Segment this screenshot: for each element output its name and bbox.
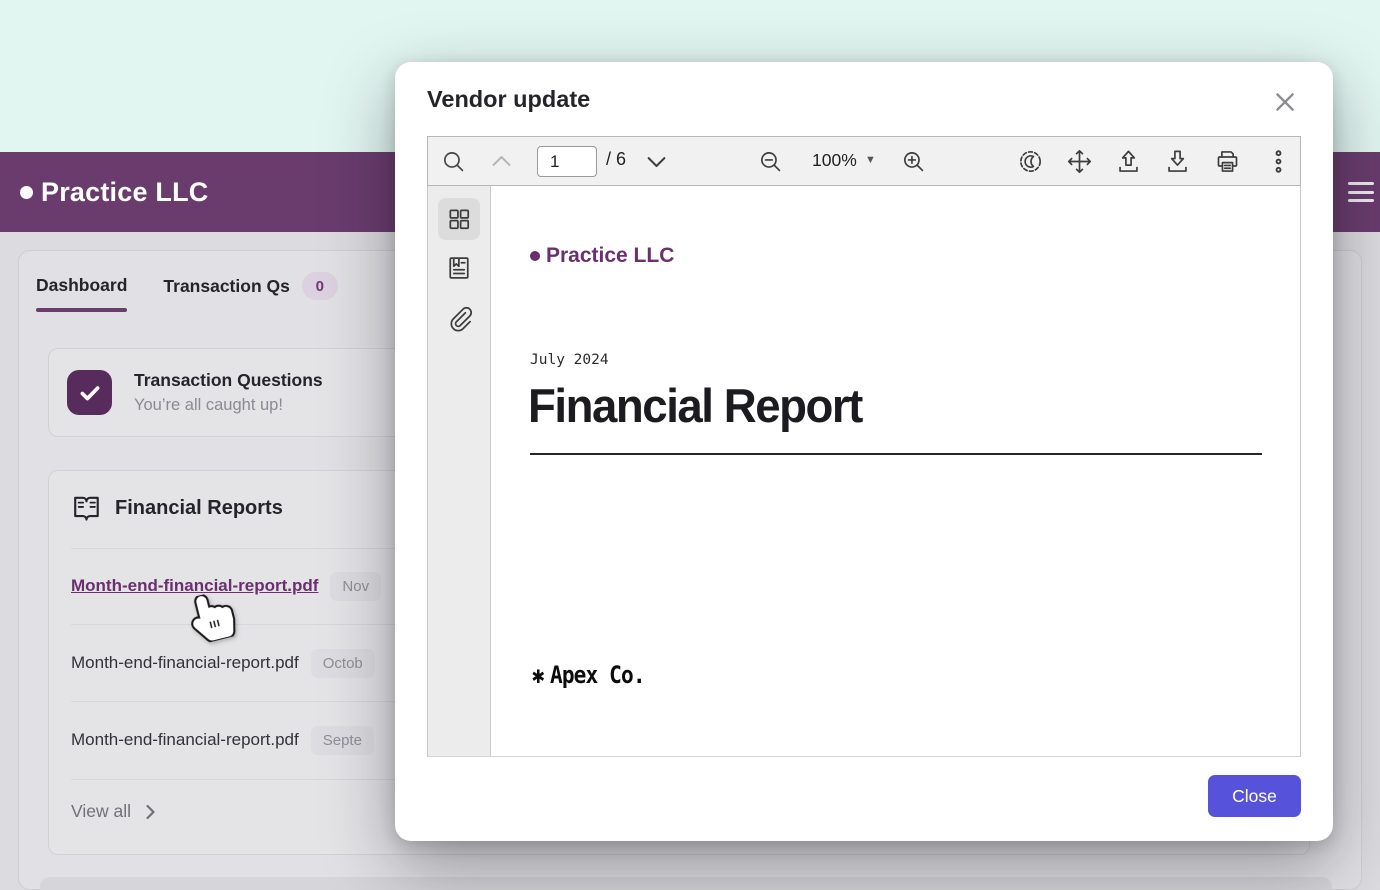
- brand-dot-icon: [20, 186, 33, 199]
- print-icon[interactable]: [1214, 137, 1241, 185]
- zoom-level-label[interactable]: 100%: [812, 150, 857, 171]
- pdf-page: Practice LLC July 2024 Financial Report …: [492, 186, 1300, 756]
- pdf-brand-dot-icon: [530, 251, 540, 261]
- document-outline-icon[interactable]: [445, 254, 473, 282]
- chevron-right-icon: [145, 804, 156, 820]
- search-icon[interactable]: [441, 137, 466, 185]
- report-file-link[interactable]: Month-end-financial-report.pdf: [71, 653, 299, 673]
- open-book-icon: [72, 494, 102, 522]
- zoom-in-icon[interactable]: [901, 137, 926, 185]
- pdf-viewer: Practice LLC July 2024 Financial Report …: [427, 186, 1301, 757]
- tab-transaction-qs[interactable]: Transaction Qs 0: [163, 272, 337, 300]
- download-icon[interactable]: [1164, 137, 1191, 185]
- report-month-badge: Nov: [330, 572, 381, 601]
- brand-logo: Practice LLC: [20, 177, 208, 208]
- modal-title: Vendor update: [427, 86, 590, 113]
- zoom-dropdown-caret-icon[interactable]: ▼: [865, 154, 876, 166]
- tab-dashboard[interactable]: Dashboard: [36, 275, 127, 298]
- attachments-paperclip-icon[interactable]: [445, 304, 473, 332]
- zoom-out-icon[interactable]: [758, 137, 783, 185]
- page-total-label: / 6: [606, 149, 626, 170]
- pdf-sidebar: [428, 186, 491, 756]
- tab-bar: Dashboard Transaction Qs 0: [36, 262, 338, 310]
- previous-page-icon[interactable]: [488, 137, 515, 185]
- thumbnails-view-button[interactable]: [438, 198, 480, 240]
- view-all-link[interactable]: View all: [71, 801, 156, 822]
- view-all-label: View all: [71, 801, 131, 822]
- pdf-footer-logo: ✱ Apex Co.: [532, 661, 645, 689]
- pan-tool-icon[interactable]: [1066, 137, 1093, 185]
- modal-close-icon[interactable]: [1272, 89, 1298, 115]
- brand-name: Practice LLC: [41, 177, 208, 208]
- report-file-link[interactable]: Month-end-financial-report.pdf: [71, 730, 299, 750]
- appearance-icon[interactable]: [1017, 137, 1044, 185]
- page-number-input[interactable]: [537, 146, 597, 177]
- hamburger-menu-icon[interactable]: [1348, 180, 1374, 204]
- report-month-badge: Octob: [311, 649, 375, 678]
- report-month-badge: Septe: [311, 726, 374, 755]
- pdf-brand-logo: Practice LLC: [530, 244, 674, 268]
- pdf-toolbar: / 6 100% ▼: [427, 136, 1301, 186]
- transaction-questions-subtitle: You’re all caught up!: [134, 396, 323, 415]
- pdf-document-title: Financial Report: [528, 378, 862, 433]
- apex-asterisk-mark: ✱: [532, 661, 544, 689]
- tab-transaction-qs-label: Transaction Qs: [163, 276, 289, 297]
- report-file-link[interactable]: Month-end-financial-report.pdf: [71, 576, 318, 596]
- pdf-brand-name: Practice LLC: [546, 244, 674, 268]
- lower-section-card: [40, 877, 1332, 890]
- apex-logo-text: Apex Co.: [550, 661, 645, 689]
- checkmark-icon: [67, 370, 112, 415]
- next-page-icon[interactable]: [643, 137, 670, 185]
- upload-icon[interactable]: [1115, 137, 1142, 185]
- transaction-qs-count-badge: 0: [302, 272, 338, 300]
- pdf-date: July 2024: [530, 352, 609, 368]
- transaction-questions-title: Transaction Questions: [134, 370, 323, 391]
- close-button[interactable]: Close: [1208, 775, 1301, 817]
- financial-reports-title: Financial Reports: [115, 497, 283, 520]
- more-options-kebab-icon[interactable]: [1266, 137, 1291, 185]
- pdf-title-rule: [530, 453, 1262, 455]
